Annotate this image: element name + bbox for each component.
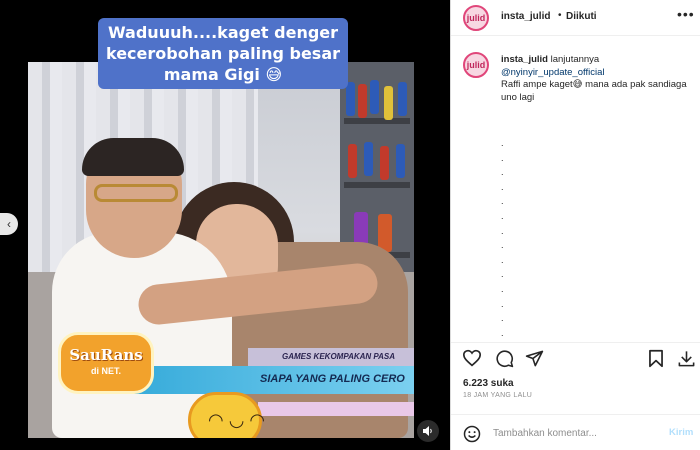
post-comment-button[interactable]: Kirim [669, 427, 693, 438]
speaker-icon [423, 426, 432, 436]
share-button[interactable] [523, 347, 545, 369]
caption-dot: . [501, 152, 504, 163]
caption-lead: lanjutannya [550, 54, 600, 65]
like-count[interactable]: 6.223 suka [463, 378, 514, 389]
more-horizontal-icon: ••• [677, 6, 695, 22]
emoji-button[interactable] [463, 425, 481, 443]
caption-dot: . [501, 181, 504, 192]
caption-mention-link[interactable]: @nyinyir_update_official [501, 67, 693, 80]
caption-comment: julid insta_julid lanjutannya @nyinyir_u… [451, 44, 700, 338]
header-separator: • [558, 10, 562, 21]
banner-line-1: GAMES KEKOMPAKAN PASA [282, 352, 396, 361]
man-hair [82, 138, 184, 176]
save-button[interactable] [645, 347, 667, 369]
caption-dot: . [501, 283, 504, 294]
caption-dot: . [501, 225, 504, 236]
chevron-left-icon: ‹ [7, 217, 11, 231]
add-comment-bar: Kirim [451, 414, 700, 450]
caption-dot: . [501, 298, 504, 309]
caption-dot: . [501, 313, 504, 324]
post-sidebar: julid insta_julid • Diikuti ••• julid in… [450, 0, 700, 450]
mute-button[interactable] [417, 420, 439, 442]
banner-pink-strip [258, 402, 414, 416]
caption-dot: . [501, 254, 504, 265]
avatar-text: julid [466, 60, 486, 70]
comment-avatar[interactable]: julid [463, 52, 489, 78]
caption-dot: . [501, 167, 504, 178]
heart-icon [462, 349, 482, 367]
caption-dot: . [501, 138, 504, 148]
glasses [94, 184, 178, 202]
action-bar [451, 342, 700, 372]
prev-slide-button[interactable]: ‹ [0, 213, 18, 235]
caption-dot: . [501, 327, 504, 338]
follow-status-button[interactable]: Diikuti [566, 11, 597, 22]
post-header: julid insta_julid • Diikuti ••• [451, 0, 700, 36]
video-frame[interactable]: GAMES KEKOMPAKAN PASA SIAPA YANG PALING … [28, 62, 414, 438]
post-media[interactable]: GAMES KEKOMPAKAN PASA SIAPA YANG PALING … [0, 0, 450, 450]
download-button[interactable] [675, 347, 697, 369]
like-button[interactable] [461, 347, 483, 369]
bookmark-icon [649, 349, 663, 367]
more-options-button[interactable]: ••• [677, 6, 695, 22]
header-username[interactable]: insta_julid [501, 11, 550, 22]
banner-line-2: SIAPA YANG PALING CERO [260, 373, 405, 385]
download-icon [678, 350, 694, 366]
avatar[interactable]: julid [463, 5, 489, 31]
comment-icon [495, 349, 513, 367]
caption-text: insta_julid lanjutannya @nyinyir_update_… [501, 54, 693, 104]
show-logo-subtitle: di NET. [90, 366, 121, 376]
comment-input[interactable] [493, 425, 653, 441]
caption-dots: . . . . . . . . . . . . . . [501, 136, 504, 340]
send-icon [525, 350, 543, 366]
show-logo-title: SauRans [69, 346, 143, 364]
post-timestamp: 18 JAM YANG LALU [463, 392, 533, 399]
comment-button[interactable] [493, 347, 515, 369]
caption-dot: . [501, 240, 504, 251]
caption-dot: . [501, 196, 504, 207]
caption-username[interactable]: insta_julid [501, 54, 548, 65]
caption-body: Raffi ampe kaget😅 mana ada pak sandiaga … [501, 79, 687, 103]
sun-mascot-face: ◠ ◡ ◠ [208, 410, 266, 430]
smiley-icon [463, 425, 481, 443]
caption-dot: . [501, 269, 504, 280]
caption-dot: . [501, 210, 504, 221]
avatar-text: julid [466, 13, 486, 23]
video-caption: Waduuuh....kaget denger kecerobohan pali… [98, 18, 348, 89]
